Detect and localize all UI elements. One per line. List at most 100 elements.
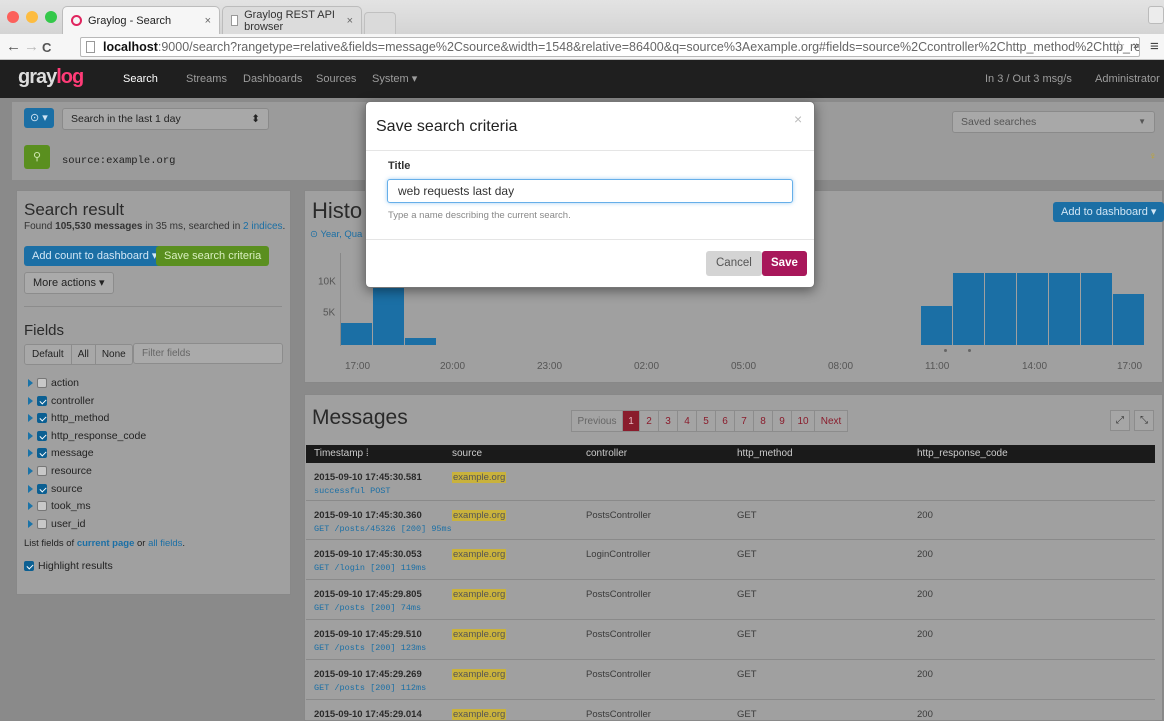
page-5[interactable]: 5 [696,410,716,432]
table-row[interactable] [306,463,1155,501]
filter-fields-input[interactable]: Filter fields [133,343,283,364]
page-10[interactable]: 10 [791,410,815,432]
col-http-method[interactable]: http_method [737,445,793,463]
histogram-bar[interactable] [341,323,372,345]
page-info-icon[interactable] [86,41,95,53]
search-submit-button[interactable]: ⚲ [24,145,51,169]
page-2[interactable]: 2 [639,410,659,432]
page-7[interactable]: 7 [734,410,754,432]
table-row[interactable] [306,580,1155,620]
page-9[interactable]: 9 [772,410,792,432]
field-item[interactable]: took_ms [28,500,91,512]
histogram-bar[interactable] [953,273,984,345]
histogram-bar[interactable] [1113,294,1144,345]
field-item[interactable]: action [28,377,79,389]
current-page-link[interactable]: current page [77,538,135,549]
query-help-icon[interactable]: ♀ [1149,151,1157,162]
collapse-icon[interactable]: ⤡ [1134,410,1154,431]
histogram-bar[interactable] [1017,273,1048,345]
field-item[interactable]: message [28,447,94,459]
search-type-button[interactable]: ⊙ ▾ [24,108,54,128]
minimize-window-icon[interactable] [26,11,38,23]
histogram-bar[interactable] [1081,273,1112,345]
expand-caret-icon[interactable] [28,467,33,475]
tab-close-icon[interactable]: × [347,15,353,27]
field-checkbox[interactable] [37,413,47,424]
page-8[interactable]: 8 [753,410,773,432]
nav-user-menu[interactable]: Administrator ▾ [1095,60,1164,123]
nav-streams[interactable]: Streams [186,60,227,98]
zoom-window-icon[interactable] [45,11,57,23]
col-timestamp[interactable]: Timestamp ⁞ [314,445,369,463]
save-search-criteria-button[interactable]: Save search criteria [156,246,270,266]
nav-system[interactable]: System ▾ [372,60,417,98]
close-window-icon[interactable] [7,11,19,23]
field-checkbox[interactable] [37,395,47,406]
more-actions-button[interactable]: More actions ▾ [24,272,114,294]
time-range-select[interactable]: Search in the last 1 day ⬍ [62,108,269,130]
graylog-logo[interactable]: graylog [18,66,84,89]
field-item[interactable]: source [28,483,83,495]
cancel-button[interactable]: Cancel [706,251,762,276]
table-row[interactable] [306,540,1155,580]
table-row[interactable] [306,620,1155,660]
tab-close-icon[interactable]: × [205,15,211,27]
field-item[interactable]: http_method [28,412,109,424]
nav-sources[interactable]: Sources [316,60,356,98]
extensions-chevron-icon[interactable]: » [1133,40,1139,52]
url-field[interactable]: localhost:9000/search?rangetype=relative… [80,37,1140,57]
menu-icon[interactable]: ≡ [1150,38,1159,55]
histogram-bar[interactable] [405,338,436,345]
field-checkbox[interactable] [37,501,47,512]
col-controller[interactable]: controller [586,445,627,463]
field-checkbox[interactable] [37,430,47,441]
page-4[interactable]: 4 [677,410,697,432]
field-item[interactable]: resource [28,465,92,477]
tab-graylog-search[interactable]: Graylog - Search × [62,6,220,34]
field-checkbox[interactable] [37,448,47,459]
search-title-input[interactable] [387,179,793,203]
new-tab-button[interactable] [364,12,396,34]
expand-caret-icon[interactable] [28,519,33,528]
field-item[interactable]: http_response_code [28,430,146,442]
modal-close-icon[interactable]: × [794,111,802,127]
all-fields-link[interactable]: all fields [148,538,182,549]
highlight-checkbox[interactable] [24,561,34,571]
expand-caret-icon[interactable] [28,484,33,493]
indices-link[interactable]: 2 indices [243,221,282,232]
field-checkbox[interactable] [37,518,47,529]
page-1[interactable]: 1 [622,410,640,432]
save-button[interactable]: Save [762,251,807,276]
expand-caret-icon[interactable] [28,449,33,458]
tab-rest-api-browser[interactable]: Graylog REST API browser × [222,6,362,34]
field-item[interactable]: user_id [28,518,85,530]
profile-icon[interactable] [1148,6,1164,24]
col-source[interactable]: source [452,445,482,463]
page-next[interactable]: Next [814,410,848,432]
add-to-dashboard-button[interactable]: Add to dashboard ▾ [1053,202,1164,222]
tab-default-fields[interactable]: Default [25,345,72,364]
highlight-results-toggle[interactable]: Highlight results [24,560,113,572]
saved-searches-select[interactable]: Saved searches ▼ [952,111,1155,133]
nav-search[interactable]: Search [123,60,158,98]
field-checkbox[interactable] [37,483,47,494]
page-previous[interactable]: Previous [571,410,623,432]
field-item[interactable]: controller [28,395,94,407]
tab-all-fields[interactable]: All [71,345,96,364]
reload-icon[interactable]: C [42,39,51,57]
bookmark-star-icon[interactable]: ☆ [1112,37,1125,55]
table-row[interactable] [306,501,1155,540]
nav-dashboards[interactable]: Dashboards [243,60,302,98]
page-3[interactable]: 3 [658,410,678,432]
expand-caret-icon[interactable] [28,414,33,423]
field-checkbox[interactable] [37,378,47,388]
page-6[interactable]: 6 [715,410,735,432]
table-row[interactable] [306,660,1155,700]
field-checkbox[interactable] [37,466,47,476]
expand-icon[interactable]: ⤢ [1110,410,1130,431]
back-arrow-icon[interactable]: ← [6,38,21,56]
col-http-response-code[interactable]: http_response_code [917,445,1008,463]
histogram-bar[interactable] [921,306,952,345]
histogram-bar[interactable] [985,273,1016,345]
expand-caret-icon[interactable] [28,502,33,511]
